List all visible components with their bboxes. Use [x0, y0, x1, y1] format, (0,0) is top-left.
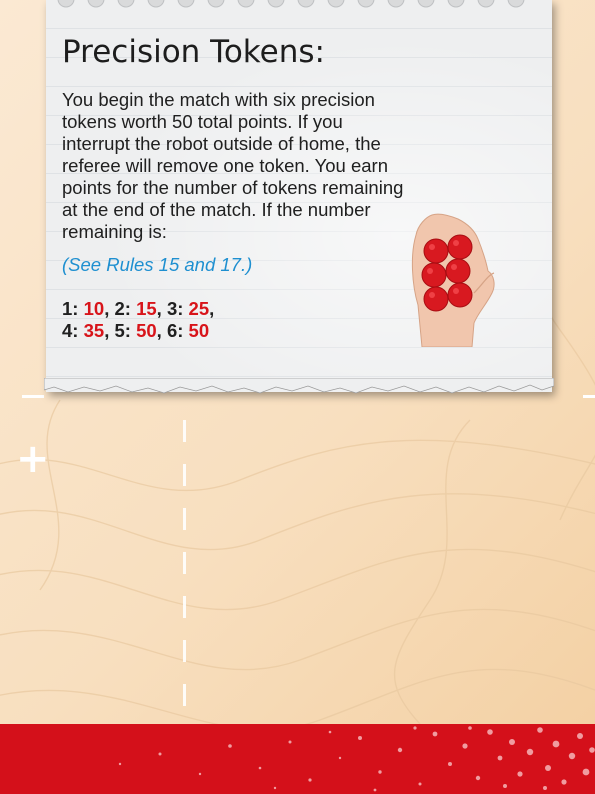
score-points: 10	[83, 298, 105, 319]
binder-holes	[57, 0, 525, 8]
right-tick-mark	[583, 395, 595, 398]
score-points: 15	[136, 298, 157, 319]
score-count: 5	[114, 320, 125, 341]
footer-band	[0, 724, 595, 794]
score-points: 25	[188, 298, 210, 319]
score-list-line-1: 1: 10, 2: 15, 3: 25,	[62, 298, 215, 319]
dashed-guide-line	[183, 420, 186, 720]
card-description: You begin the match with six precision t…	[62, 89, 404, 242]
hand-holding-tokens-image	[411, 213, 495, 347]
score-points: 50	[188, 320, 210, 341]
score-count: 6	[166, 320, 178, 341]
score-count: 1	[62, 298, 73, 319]
score-count: 2	[114, 298, 125, 319]
torn-paper-edge	[44, 378, 554, 394]
score-count: 4	[62, 320, 73, 341]
plus-mark-icon: +	[16, 436, 50, 482]
card-title: Precision Tokens:	[62, 34, 325, 70]
score-list-line-2: 4: 35, 5: 50, 6: 50	[62, 320, 210, 341]
left-tick-mark	[22, 395, 44, 398]
score-points: 50	[136, 320, 157, 341]
score-points: 35	[83, 320, 105, 341]
score-count: 3	[166, 298, 178, 319]
rule-reference: (See Rules 15 and 17.)	[62, 254, 253, 275]
